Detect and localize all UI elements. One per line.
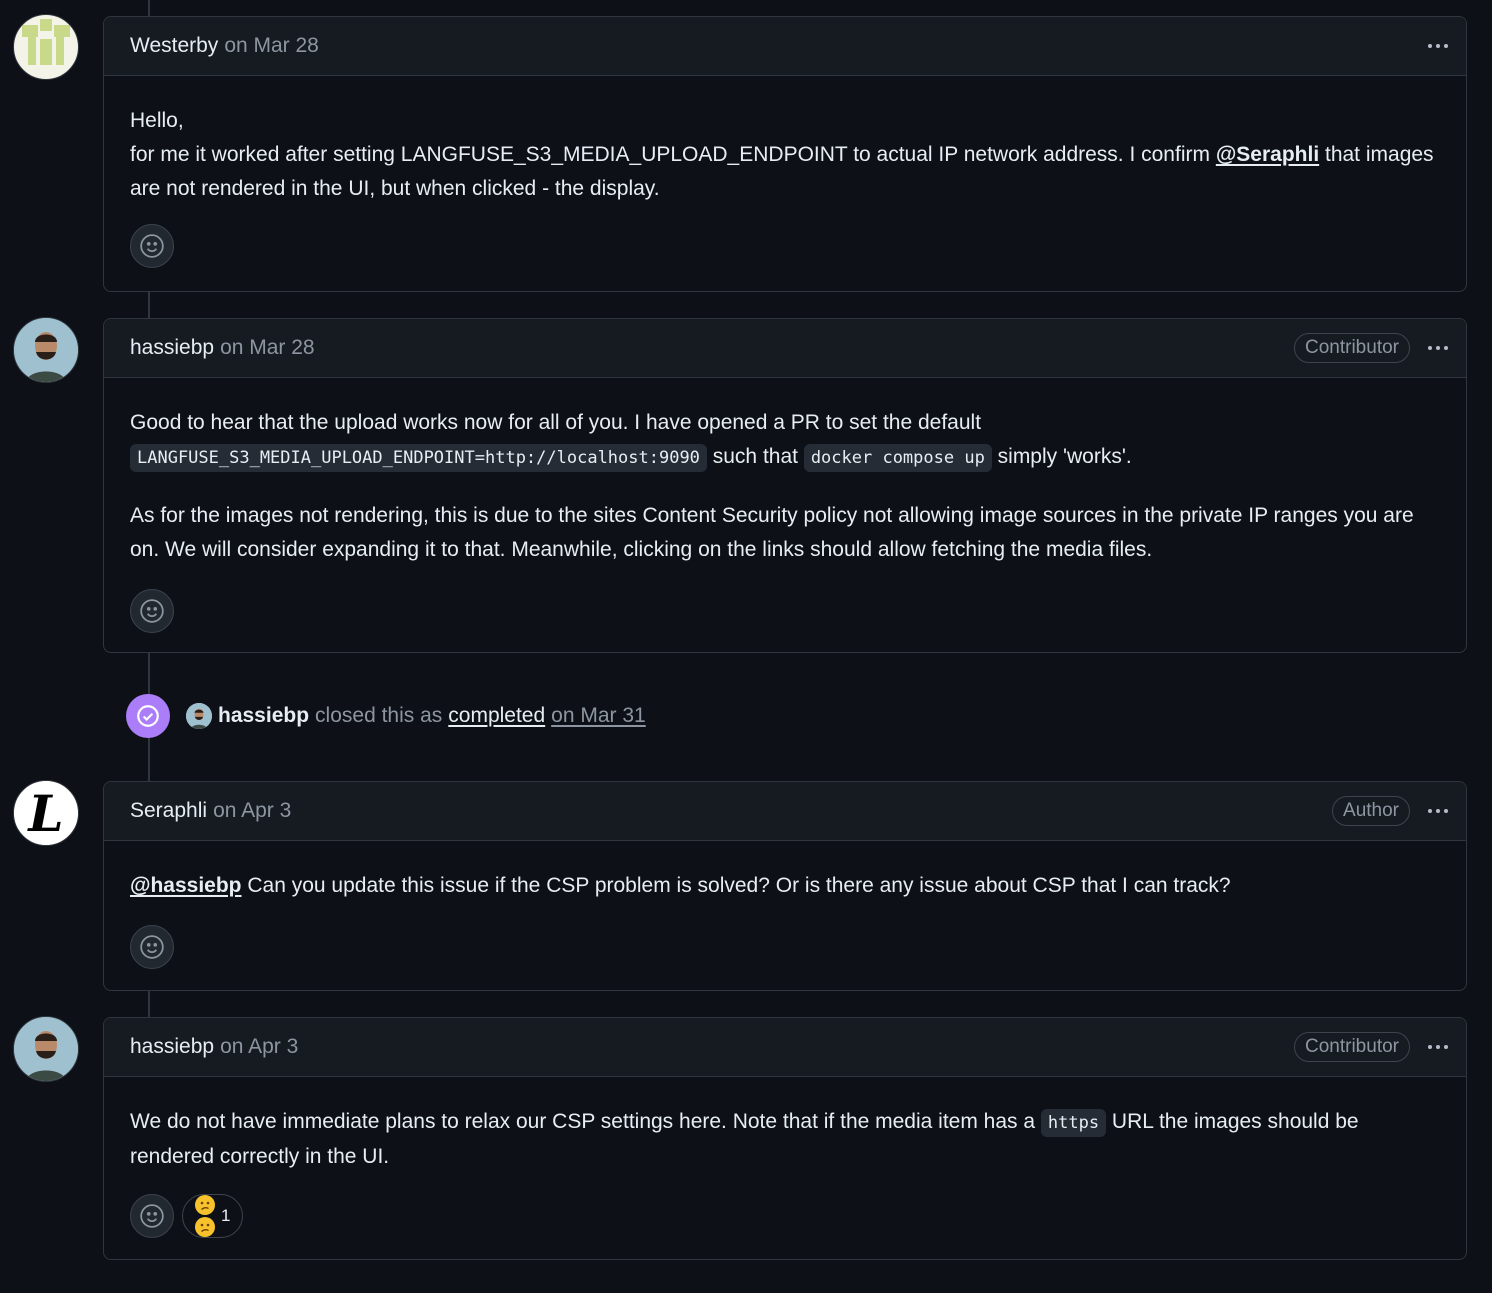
comment-date[interactable]: on Apr 3 [213, 799, 291, 823]
comment-text: @hassiebp Can you update this issue if t… [130, 874, 1231, 897]
timeline-line [148, 0, 150, 16]
comment-body: We do not have immediate plans to relax … [104, 1077, 1466, 1264]
add-reaction-button[interactable] [130, 589, 174, 633]
mention-link[interactable]: @Seraphli [1216, 143, 1319, 166]
comment-author[interactable]: Seraphli [130, 799, 207, 823]
inline-code: https [1040, 1109, 1107, 1137]
comment-paragraph: As for the images not rendering, this is… [130, 504, 1414, 561]
comment-seraphli: Seraphli on Apr 3 Author @hassiebp Can y… [103, 781, 1467, 991]
closed-event: hassiebp closed this as completed on Mar… [126, 694, 646, 738]
smiley-icon [140, 234, 164, 258]
more-options-icon[interactable] [1424, 803, 1452, 819]
contributor-badge: Contributor [1294, 1032, 1410, 1062]
avatar-hassiebp[interactable] [13, 1016, 79, 1082]
more-options-icon[interactable] [1424, 38, 1452, 54]
comment-text: Hello, for me it worked after setting LA… [130, 109, 1434, 200]
inline-code: docker compose up [803, 444, 992, 472]
avatar-westerby[interactable] [13, 14, 79, 80]
event-text: closed this as [315, 704, 443, 727]
comment-hassiebp-2: hassiebp on Apr 3 Contributor We do not … [103, 1017, 1467, 1260]
svg-text:L: L [26, 784, 63, 843]
confused-face-icon [195, 1195, 215, 1215]
comment-date[interactable]: on Mar 28 [224, 34, 319, 58]
add-reaction-button[interactable] [130, 224, 174, 268]
smiley-icon [140, 599, 164, 623]
add-reaction-button[interactable] [130, 925, 174, 969]
comment-westerby: Westerby on Mar 28 Hello, for me it work… [103, 16, 1467, 292]
comment-author[interactable]: hassiebp [130, 1035, 214, 1059]
comment-author[interactable]: Westerby [130, 34, 218, 58]
completed-link[interactable]: completed [448, 704, 545, 728]
confused-face-icon [195, 1217, 215, 1237]
comment-body: @hassiebp Can you update this issue if t… [104, 841, 1466, 995]
actor-avatar[interactable] [186, 703, 212, 729]
smiley-icon [140, 935, 164, 959]
author-badge: Author [1332, 796, 1410, 826]
reaction-count: 1 [221, 1206, 231, 1225]
comment-hassiebp-1: hassiebp on Mar 28 Contributor Good to h… [103, 318, 1467, 653]
contributor-badge: Contributor [1294, 333, 1410, 363]
comment-header: Westerby on Mar 28 [104, 17, 1466, 76]
comment-body: Good to hear that the upload works now f… [104, 378, 1466, 659]
smiley-icon [140, 1204, 164, 1228]
mention-link[interactable]: @hassiebp [130, 874, 242, 897]
avatar-seraphli[interactable]: L [13, 780, 79, 846]
comment-text: We do not have immediate plans to relax … [130, 1109, 1359, 1168]
more-options-icon[interactable] [1424, 1039, 1452, 1055]
comment-date[interactable]: on Mar 28 [220, 336, 315, 360]
add-reaction-button[interactable] [130, 1194, 174, 1238]
timeline-line [148, 292, 150, 318]
comment-paragraph: Good to hear that the upload works now f… [130, 406, 1440, 475]
comment-author[interactable]: hassiebp [130, 336, 214, 360]
comment-date[interactable]: on Apr 3 [220, 1035, 298, 1059]
confused-reaction-button[interactable]: 1 [182, 1194, 244, 1238]
comment-header: hassiebp on Mar 28 Contributor [104, 319, 1466, 378]
more-options-icon[interactable] [1424, 340, 1452, 356]
event-date[interactable]: on Mar 31 [551, 704, 646, 728]
comment-header: hassiebp on Apr 3 Contributor [104, 1018, 1466, 1077]
comment-header: Seraphli on Apr 3 Author [104, 782, 1466, 841]
event-actor[interactable]: hassiebp [218, 704, 309, 728]
avatar-hassiebp[interactable] [13, 317, 79, 383]
comment-body: Hello, for me it worked after setting LA… [104, 76, 1466, 294]
closed-completed-icon [126, 694, 170, 738]
inline-code: LANGFUSE_S3_MEDIA_UPLOAD_ENDPOINT=http:/… [130, 444, 707, 472]
